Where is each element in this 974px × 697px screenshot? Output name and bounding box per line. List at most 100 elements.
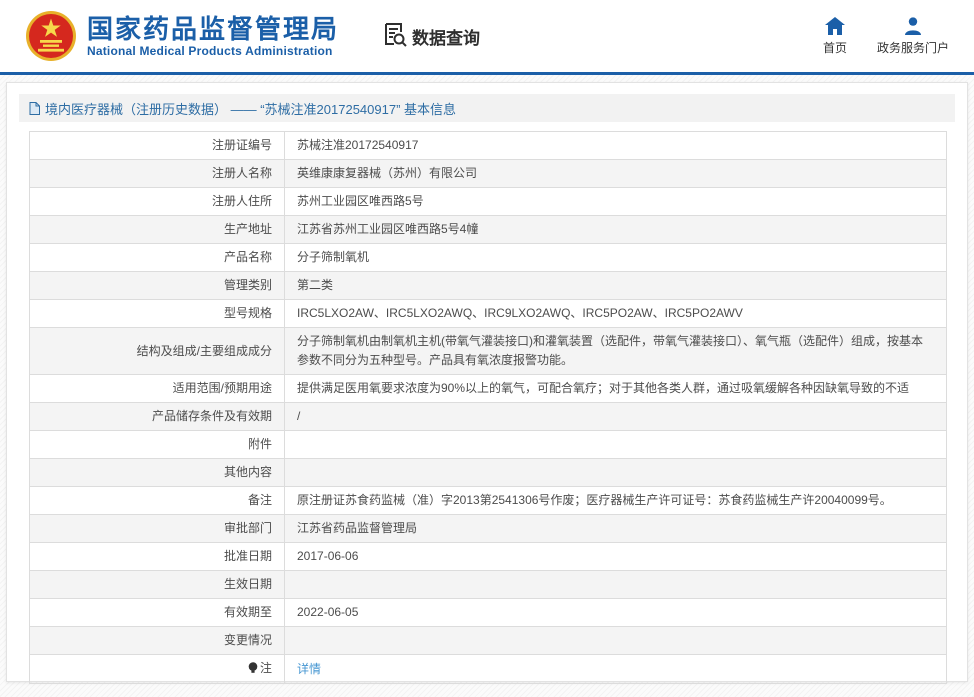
- field-label: 注: [30, 655, 285, 684]
- field-value-text: 江苏省苏州工业园区唯西路5号4幢: [297, 222, 478, 236]
- field-value-text: /: [297, 409, 300, 423]
- field-value-text: 苏械注准20172540917: [297, 138, 418, 152]
- table-row: 备注 原注册证苏食药监械（准）字2013第2541306号作废；医疗器械生产许可证…: [30, 487, 947, 515]
- content-panel: 境内医疗器械（注册历史数据） —— “苏械注准20172540917” 基本信息…: [6, 82, 968, 682]
- field-value-text: 原注册证苏食药监械（准）字2013第2541306号作废；医疗器械生产许可证号：…: [297, 493, 892, 507]
- field-label: 注册人住所: [30, 188, 285, 216]
- brand-block: 国家药品监督管理局 National Medical Products Admi…: [87, 14, 339, 58]
- page-title: 境内医疗器械（注册历史数据） —— “苏械注准20172540917” 基本信息: [19, 94, 955, 122]
- nav-gov-portal-label: 政务服务门户: [877, 39, 949, 56]
- national-emblem: [25, 10, 77, 62]
- page-body: 境内医疗器械（注册历史数据） —— “苏械注准20172540917” 基本信息…: [0, 75, 974, 697]
- field-label: 备注: [30, 487, 285, 515]
- field-label-text: 型号规格: [224, 306, 272, 320]
- field-label: 附件: [30, 431, 285, 459]
- field-label-text: 注: [260, 661, 272, 675]
- field-label-text: 生效日期: [224, 577, 272, 591]
- field-label: 生产地址: [30, 216, 285, 244]
- field-label: 型号规格: [30, 300, 285, 328]
- field-label: 产品名称: [30, 244, 285, 272]
- field-value-text: 2022-06-05: [297, 605, 358, 619]
- details-link[interactable]: 详情: [297, 662, 321, 676]
- table-row: 管理类别 第二类: [30, 272, 947, 300]
- header-nav: 首页 政务服务门户: [823, 17, 949, 56]
- info-table: 注册证编号 苏械注准20172540917 注册人名称英维康康复器械（苏州）有限公司…: [29, 131, 947, 684]
- data-query-nav[interactable]: 数据查询: [381, 21, 480, 52]
- field-label: 变更情况: [30, 627, 285, 655]
- field-label-text: 产品储存条件及有效期: [152, 409, 272, 423]
- nav-home-label: 首页: [823, 39, 847, 56]
- field-value: 2022-06-05: [285, 599, 947, 627]
- field-label-text: 附件: [248, 437, 272, 451]
- field-label: 批准日期: [30, 543, 285, 571]
- field-value: 苏州工业园区唯西路5号: [285, 188, 947, 216]
- table-row: 结构及组成/主要组成成分分子筛制氧机由制氧机主机(带氧气灌装接口)和灌氧装置（选…: [30, 328, 947, 375]
- field-value-text: 2017-06-06: [297, 549, 358, 563]
- field-value: 提供满足医用氧要求浓度为90%以上的氧气，可配合氧疗；对于其他各类人群，通过吸氧…: [285, 375, 947, 403]
- table-row: 注 详情: [30, 655, 947, 684]
- field-value: 原注册证苏食药监械（准）字2013第2541306号作废；医疗器械生产许可证号：…: [285, 487, 947, 515]
- field-value-text: 提供满足医用氧要求浓度为90%以上的氧气，可配合氧疗；对于其他各类人群，通过吸氧…: [297, 381, 909, 395]
- field-label: 产品储存条件及有效期: [30, 403, 285, 431]
- field-label-text: 变更情况: [224, 633, 272, 647]
- field-value: 第二类: [285, 272, 947, 300]
- field-label: 审批部门: [30, 515, 285, 543]
- document-icon: [29, 102, 40, 115]
- user-icon: [904, 17, 922, 35]
- site-header: 国家药品监督管理局 National Medical Products Admi…: [0, 0, 974, 72]
- field-label-text: 其他内容: [224, 465, 272, 479]
- table-row: 批准日期 2017-06-06: [30, 543, 947, 571]
- field-value-text: 江苏省药品监督管理局: [297, 521, 417, 535]
- field-label: 管理类别: [30, 272, 285, 300]
- field-value: 苏械注准20172540917: [285, 132, 947, 160]
- table-row: 生产地址 江苏省苏州工业园区唯西路5号4幢: [30, 216, 947, 244]
- document-search-icon: [381, 21, 407, 52]
- field-label-text: 注册人住所: [212, 194, 272, 208]
- field-value-text: 第二类: [297, 278, 333, 292]
- field-label: 其他内容: [30, 459, 285, 487]
- field-value: [285, 459, 947, 487]
- field-label: 生效日期: [30, 571, 285, 599]
- field-label-text: 审批部门: [224, 521, 272, 535]
- field-value: [285, 431, 947, 459]
- nav-gov-portal[interactable]: 政务服务门户: [877, 17, 949, 56]
- field-value: 详情: [285, 655, 947, 684]
- table-row: 生效日期: [30, 571, 947, 599]
- field-label-text: 管理类别: [224, 278, 272, 292]
- field-value: /: [285, 403, 947, 431]
- field-label: 注册证编号: [30, 132, 285, 160]
- nav-home[interactable]: 首页: [823, 17, 847, 56]
- field-label: 结构及组成/主要组成成分: [30, 328, 285, 375]
- table-row: 注册人住所 苏州工业园区唯西路5号: [30, 188, 947, 216]
- org-name-cn: 国家药品监督管理局: [87, 14, 339, 44]
- field-value: 分子筛制氧机: [285, 244, 947, 272]
- field-value-text: IRC5LXO2AW、IRC5LXO2AWQ、IRC9LXO2AWQ、IRC5P…: [297, 306, 743, 320]
- field-value-text: 分子筛制氧机由制氧机主机(带氧气灌装接口)和灌氧装置（选配件，带氧气灌装接口）、…: [297, 334, 923, 367]
- table-row: 产品储存条件及有效期 /: [30, 403, 947, 431]
- field-label-text: 备注: [248, 493, 272, 507]
- field-value-text: 英维康康复器械（苏州）有限公司: [297, 166, 477, 180]
- data-query-label: 数据查询: [412, 24, 480, 49]
- table-row: 型号规格 IRC5LXO2AW、IRC5LXO2AWQ、IRC9LXO2AWQ、I…: [30, 300, 947, 328]
- field-label-text: 生产地址: [224, 222, 272, 236]
- field-value: [285, 571, 947, 599]
- field-value: [285, 627, 947, 655]
- home-icon: [825, 17, 845, 35]
- info-table-body: 注册证编号 苏械注准20172540917 注册人名称英维康康复器械（苏州）有限公司…: [30, 132, 947, 684]
- table-row: 其他内容: [30, 459, 947, 487]
- field-label-text: 适用范围/预期用途: [173, 381, 272, 395]
- field-value: 江苏省药品监督管理局: [285, 515, 947, 543]
- field-label-text: 产品名称: [224, 250, 272, 264]
- table-row: 注册人名称英维康康复器械（苏州）有限公司: [30, 160, 947, 188]
- field-label-text: 有效期至: [224, 605, 272, 619]
- note-icon: [248, 660, 258, 679]
- field-label-text: 注册证编号: [212, 138, 272, 152]
- org-name-en: National Medical Products Administration: [87, 44, 339, 58]
- field-value-text: 分子筛制氧机: [297, 250, 369, 264]
- field-value-text: 苏州工业园区唯西路5号: [297, 194, 424, 208]
- field-label-text: 批准日期: [224, 549, 272, 563]
- table-row: 附件: [30, 431, 947, 459]
- table-row: 注册证编号 苏械注准20172540917: [30, 132, 947, 160]
- table-row: 产品名称 分子筛制氧机: [30, 244, 947, 272]
- table-row: 有效期至 2022-06-05: [30, 599, 947, 627]
